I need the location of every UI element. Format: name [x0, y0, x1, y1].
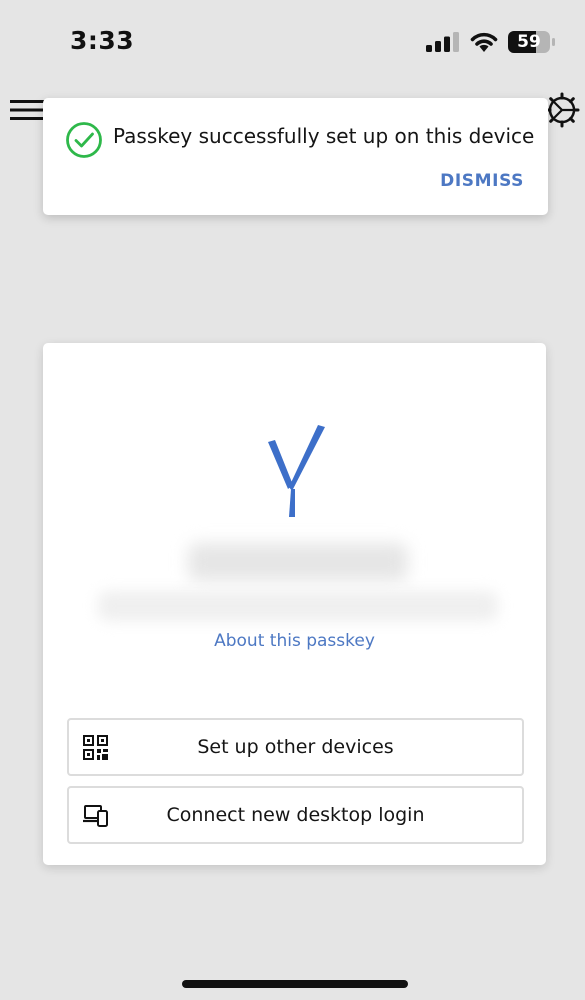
- app-logo-icon: [268, 425, 325, 517]
- toast-message: Passkey successfully set up on this devi…: [113, 124, 535, 148]
- setup-other-devices-button[interactable]: Set up other devices: [67, 718, 524, 776]
- check-circle-icon: [66, 122, 102, 158]
- setup-other-devices-label: Set up other devices: [197, 736, 394, 758]
- connect-desktop-login-label: Connect new desktop login: [166, 804, 425, 826]
- about-passkey-link[interactable]: About this passkey: [43, 631, 546, 651]
- redacted-account-detail: [98, 591, 498, 621]
- signal-icon: [426, 32, 459, 52]
- redacted-account-name: [188, 543, 408, 581]
- connect-desktop-login-button[interactable]: Connect new desktop login: [67, 786, 524, 844]
- status-time: 3:33: [70, 26, 135, 55]
- settings-icon[interactable]: [544, 92, 580, 128]
- wifi-icon: [470, 32, 498, 52]
- dismiss-button[interactable]: DISMISS: [440, 171, 524, 191]
- battery-level: 59: [517, 32, 541, 52]
- menu-icon[interactable]: [10, 98, 44, 122]
- passkey-card: About this passkey Set up other devices …: [43, 343, 546, 865]
- success-toast: Passkey successfully set up on this devi…: [43, 98, 548, 215]
- home-indicator[interactable]: [182, 980, 408, 988]
